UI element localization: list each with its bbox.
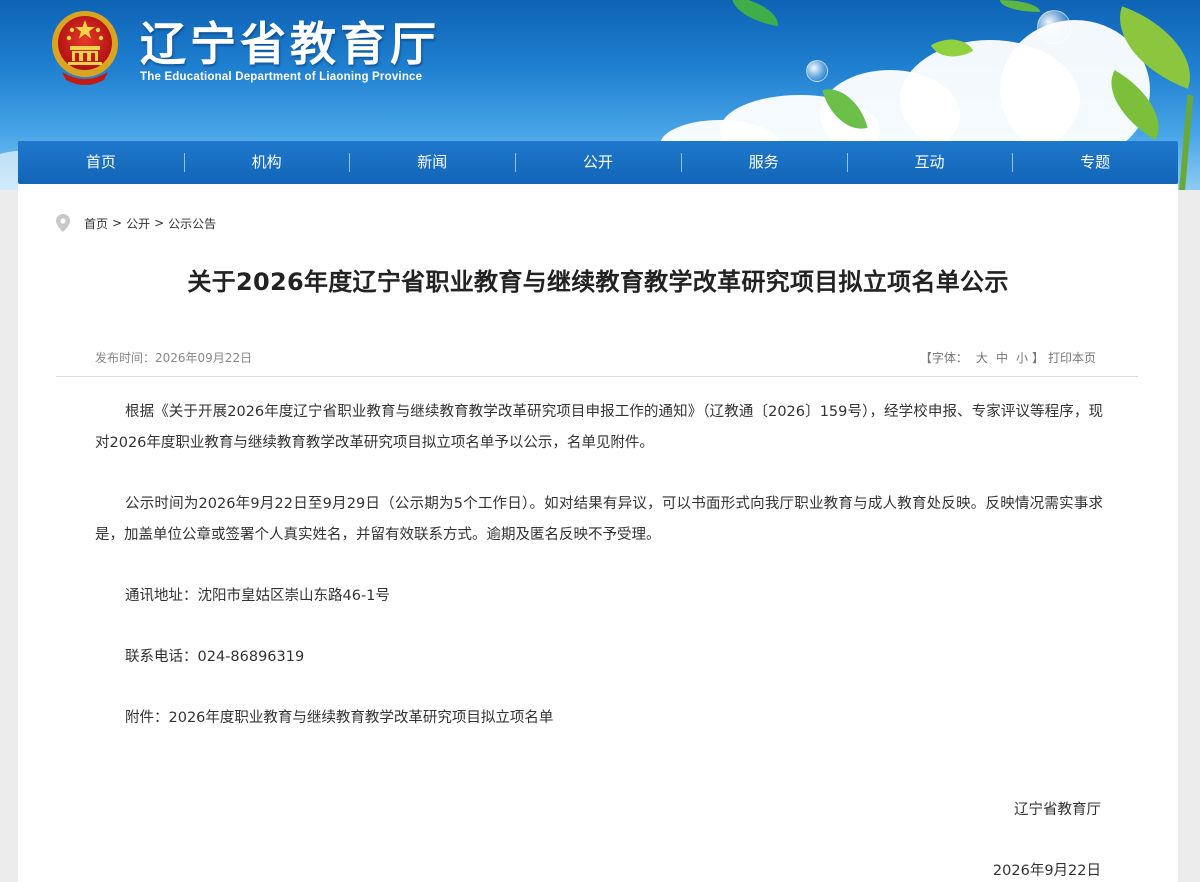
nav-item-home[interactable]: 首页 — [18, 141, 184, 184]
breadcrumb-notices[interactable]: 公示公告 — [168, 215, 216, 232]
main-nav: 首页 机构 新闻 公开 服务 互动 专题 — [18, 141, 1178, 184]
font-size-small[interactable]: 小 — [1016, 351, 1028, 365]
breadcrumb: 首页 > 公开 > 公示公告 — [56, 214, 216, 232]
font-size-medium[interactable]: 中 — [996, 351, 1008, 365]
leaf-decoration — [1000, 0, 1040, 12]
font-size-close: 】 — [1031, 351, 1044, 365]
plant-stem — [1178, 94, 1194, 190]
nav-item-organization[interactable]: 机构 — [183, 141, 350, 184]
content-panel: 首页 > 公开 > 公示公告 关于2026年度辽宁省职业教育与继续教育教学改革研… — [18, 184, 1178, 882]
breadcrumb-separator: > — [154, 216, 165, 230]
national-emblem-icon — [52, 11, 118, 85]
font-size-label: 【字体： — [919, 351, 968, 365]
bubble-decoration — [1037, 10, 1071, 44]
breadcrumb-separator: > — [112, 216, 123, 230]
article-tools: 【字体： 大中小】打印本页 — [916, 349, 1096, 366]
article-title: 关于2026年度辽宁省职业教育与继续教育教学改革研究项目拟立项名单公示 — [187, 268, 1009, 296]
signature-date: 2026年9月22日 — [992, 863, 1101, 879]
nav-item-news[interactable]: 新闻 — [349, 141, 515, 184]
site-title: 辽宁省教育厅 — [140, 17, 440, 71]
nav-item-services[interactable]: 服务 — [680, 141, 847, 184]
contact-phone: 联系电话：024-86896319 — [125, 649, 305, 665]
leaf-decoration — [728, 0, 782, 27]
location-pin-icon — [56, 214, 70, 232]
breadcrumb-public[interactable]: 公开 — [126, 215, 150, 232]
print-page-link[interactable]: 打印本页 — [1048, 351, 1096, 365]
publish-time: 发布时间：2026年09月22日 — [95, 351, 253, 365]
article-paragraph: 根据《关于开展2026年度辽宁省职业教育与继续教育教学改革研究项目申报工作的通知… — [95, 404, 1103, 451]
contact-address: 通讯地址：沈阳市皇姑区崇山东路46-1号 — [125, 588, 390, 604]
article-paragraph: 公示时间为2026年9月22日至9月29日（公示期为5个工作日）。如对结果有异议… — [95, 496, 1103, 543]
attachment-link[interactable]: 附件：2026年度职业教育与继续教育教学改革研究项目拟立项名单 — [95, 703, 1103, 734]
font-size-large[interactable]: 大 — [976, 351, 988, 365]
breadcrumb-home[interactable]: 首页 — [84, 215, 108, 232]
bubble-decoration — [806, 60, 828, 82]
nav-item-topics[interactable]: 专题 — [1012, 141, 1178, 184]
divider — [56, 376, 1138, 377]
nav-item-public[interactable]: 公开 — [515, 141, 681, 184]
signature: 辽宁省教育厅 — [1014, 802, 1101, 818]
nav-item-interaction[interactable]: 互动 — [846, 141, 1013, 184]
site-subtitle: The Educational Department of Liaoning P… — [140, 71, 423, 83]
